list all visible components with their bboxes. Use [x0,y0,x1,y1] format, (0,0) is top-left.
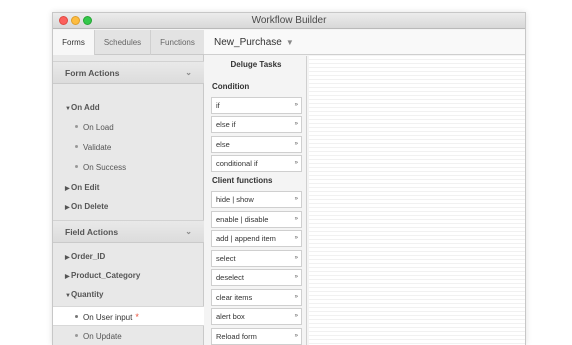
order-id-label: Order_ID [71,252,106,261]
task-label: clear items [216,293,253,302]
bullet-icon [75,125,78,129]
field-actions-header[interactable]: Field Actions ⌄ [53,220,204,243]
tab-forms[interactable]: Forms [53,30,95,55]
task-deselect[interactable]: deselect » [211,269,302,286]
bullet-icon [75,145,78,149]
window-title: Workflow Builder [251,15,327,26]
condition-group-label: Condition [212,82,250,91]
double-arrow-icon: » [294,313,299,319]
task-label: add | append item [216,234,276,243]
task-label: else [216,140,230,149]
double-arrow-icon: » [294,160,299,166]
double-arrow-icon: » [294,333,299,339]
product-category-label: Product_Category [71,271,141,280]
task-label: deselect [216,273,244,282]
task-select[interactable]: select » [211,250,302,267]
deluge-tasks-panel: Deluge Tasks Condition if » else if » else… [205,56,307,345]
chevron-down-icon: ⌄ [185,227,192,236]
sidebar-item-order-id[interactable]: ▶Order_ID [53,247,204,267]
sidebar-item-on-success[interactable]: On Success [53,158,204,178]
chevron-down-icon: ▼ [285,38,294,47]
double-arrow-icon: » [294,216,299,222]
deluge-tasks-title: Deluge Tasks [230,60,282,69]
double-arrow-icon: » [294,294,299,300]
task-else[interactable]: else » [211,136,302,153]
task-conditional-if[interactable]: conditional if » [211,155,302,172]
task-label: select [216,254,236,263]
double-arrow-icon: » [294,196,299,202]
tab-schedules[interactable]: Schedules [95,30,151,55]
form-actions-title: Form Actions [65,68,120,78]
double-arrow-icon: » [294,235,299,241]
bullet-icon [75,334,78,338]
script-editor-canvas[interactable] [309,56,525,345]
double-arrow-icon: » [294,255,299,261]
sidebar-item-on-delete[interactable]: ▶On Delete [53,197,204,217]
on-delete-label: On Delete [71,202,109,211]
double-arrow-icon: » [294,274,299,280]
task-label: conditional if [216,159,258,168]
form-actions-header[interactable]: Form Actions ⌄ [53,61,204,84]
tab-bar: Forms Schedules Functions [53,30,204,55]
task-label: alert box [216,312,245,321]
sidebar-item-on-user-input[interactable]: On User input * [53,306,204,326]
on-success-label: On Success [83,163,127,172]
on-load-label: On Load [83,123,114,132]
task-label: if [216,101,220,110]
task-if[interactable]: if » [211,97,302,114]
client-functions-group-label: Client functions [212,176,273,185]
sidebar-item-on-edit[interactable]: ▶On Edit [53,178,204,198]
bullet-icon [75,315,78,319]
task-reload-form[interactable]: Reload form » [211,328,302,345]
left-panel: Forms Schedules Functions Form Actions ⌄… [53,30,204,345]
double-arrow-icon: » [294,102,299,108]
task-label: else if [216,120,236,129]
task-clear-items[interactable]: clear items » [211,289,302,306]
task-label: Reload form [216,332,257,341]
task-label: hide | show [216,195,254,204]
form-name: New_Purchase [214,37,282,48]
workflow-builder-window: Workflow Builder Forms Schedules Functio… [52,12,526,345]
sidebar-item-on-add[interactable]: ▼On Add [53,98,204,118]
task-alert-box[interactable]: alert box » [211,308,302,325]
task-label: enable | disable [216,215,269,224]
on-user-input-label: On User input [83,313,133,322]
on-update-label: On Update [83,332,122,341]
sidebar-item-validate[interactable]: Validate [53,138,204,158]
sidebar-item-quantity[interactable]: ▼Quantity [53,285,204,305]
form-selector[interactable]: New_Purchase ▼ [204,30,525,55]
sidebar-item-on-load[interactable]: On Load [53,118,204,138]
task-else-if[interactable]: else if » [211,116,302,133]
required-marker: * [135,312,139,322]
title-bar: Workflow Builder [53,13,525,29]
tab-functions[interactable]: Functions [151,30,204,55]
double-arrow-icon: » [294,141,299,147]
chevron-down-icon: ⌄ [185,68,192,77]
field-actions-title: Field Actions [65,227,119,237]
task-add-append-item[interactable]: add | append item » [211,230,302,247]
on-add-label: On Add [71,103,100,112]
bullet-icon [75,165,78,169]
double-arrow-icon: » [294,121,299,127]
validate-label: Validate [83,143,112,152]
quantity-label: Quantity [71,290,104,299]
sidebar-item-on-update[interactable]: On Update [53,327,204,345]
on-edit-label: On Edit [71,183,100,192]
task-enable-disable[interactable]: enable | disable » [211,211,302,228]
sidebar-item-product-category[interactable]: ▶Product_Category [53,266,204,286]
task-hide-show[interactable]: hide | show » [211,191,302,208]
